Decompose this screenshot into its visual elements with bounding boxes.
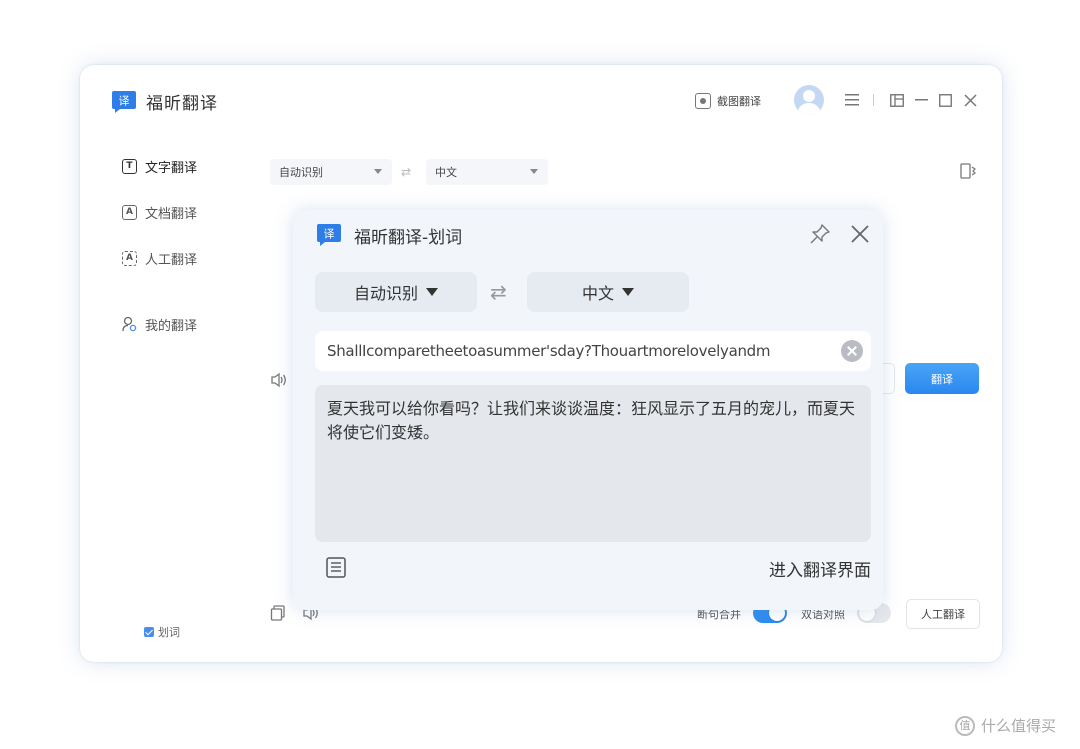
- pin-icon[interactable]: [809, 223, 831, 245]
- copy-icon[interactable]: [325, 555, 347, 579]
- sidebar-item-label: 我的翻译: [145, 318, 198, 334]
- titlebar: 译 福昕翻译 截图翻译: [80, 65, 1002, 135]
- sidebar-item-document-translate[interactable]: A 文档翻译: [122, 201, 197, 223]
- sidebar-item-label: 文档翻译: [145, 206, 198, 222]
- watermark-text: 什么值得买: [981, 717, 1057, 735]
- screenshot-translate-label: 截图翻译: [717, 95, 761, 108]
- popup-swap-languages-button[interactable]: ⇄: [490, 280, 507, 304]
- popup-source-language-select[interactable]: 自动识别: [315, 272, 477, 312]
- screenshot-translate-button[interactable]: 截图翻译: [695, 91, 761, 111]
- enter-translation-interface-link[interactable]: 进入翻译界面: [769, 556, 871, 581]
- minimize-icon: [914, 99, 928, 101]
- titlebar-divider: [873, 94, 874, 106]
- popup-translation-output: 夏天我可以给你看吗？让我们来谈谈温度：狂风显示了五月的宠儿，而夏天将使它们变矮。: [315, 385, 871, 542]
- layout-toggle-icon[interactable]: [960, 162, 978, 180]
- close-icon[interactable]: [849, 223, 871, 245]
- app-title: 福昕翻译: [146, 94, 218, 114]
- source-language-select[interactable]: 自动识别: [270, 159, 392, 185]
- sidebar-item-my-translations[interactable]: 我的翻译: [122, 313, 197, 335]
- popup-source-input[interactable]: [315, 331, 871, 371]
- translate-button[interactable]: 翻译: [905, 363, 979, 394]
- popup-source-language-value: 自动识别: [353, 284, 418, 303]
- maximize-icon: [938, 93, 952, 107]
- chevron-down-icon: [530, 169, 538, 174]
- watermark-logo-icon: 值: [955, 715, 975, 736]
- clear-input-icon[interactable]: [841, 340, 863, 362]
- app-logo-icon: 译: [317, 224, 341, 246]
- chevron-down-icon: [374, 169, 382, 174]
- popup-target-language-value: 中文: [581, 284, 614, 303]
- app-logo-glyph: 译: [119, 95, 130, 108]
- camera-icon: [695, 93, 711, 109]
- document-translate-icon: A: [122, 204, 137, 220]
- minimize-button[interactable]: [911, 89, 931, 111]
- text-translate-icon: T: [122, 158, 137, 174]
- close-button[interactable]: [960, 89, 980, 111]
- source-language-value: 自动识别: [279, 166, 323, 179]
- maximize-button[interactable]: [935, 89, 955, 111]
- caret-down-icon: [622, 288, 634, 296]
- huaci-label: 划词: [158, 626, 180, 639]
- sidebar-item-label: 人工翻译: [145, 252, 198, 268]
- mini-window-icon: [890, 93, 904, 107]
- sidebar-item-text-translate[interactable]: T 文字翻译: [122, 155, 197, 177]
- menu-button[interactable]: [842, 89, 862, 111]
- human-translate-button[interactable]: 人工翻译: [906, 599, 980, 629]
- popup-target-language-select[interactable]: 中文: [527, 272, 689, 312]
- huaci-popup: 译 福昕翻译-划词 自动识别 ⇄ 中文 夏天我可以给你看吗？让我们来谈谈温度：狂…: [293, 210, 883, 610]
- watermark: 值 什么值得买: [955, 715, 1056, 736]
- hamburger-icon: [845, 94, 859, 106]
- popup-logo-glyph: 译: [324, 228, 335, 241]
- app-logo-icon: 译: [112, 91, 136, 113]
- close-icon: [963, 93, 977, 107]
- sidebar-item-label: 文字翻译: [145, 160, 198, 176]
- sidebar-item-human-translate[interactable]: A 人工翻译: [122, 247, 197, 269]
- user-avatar[interactable]: [794, 85, 824, 115]
- swap-languages-button[interactable]: ⇄: [401, 165, 411, 179]
- speaker-icon[interactable]: [270, 372, 288, 388]
- mini-mode-button[interactable]: [887, 89, 907, 111]
- popup-title: 福昕翻译-划词: [354, 228, 463, 248]
- user-settings-icon: [122, 316, 137, 332]
- sidebar: T 文字翻译 A 文档翻译 A 人工翻译 我的翻译: [80, 135, 250, 662]
- target-language-value: 中文: [435, 166, 457, 179]
- huaci-checkbox[interactable]: 划词: [144, 624, 180, 640]
- target-language-select[interactable]: 中文: [426, 159, 548, 185]
- caret-down-icon: [426, 288, 438, 296]
- checkbox-checked-icon: [144, 627, 154, 637]
- copy-icon[interactable]: [270, 605, 286, 621]
- human-translate-icon: A: [122, 250, 137, 266]
